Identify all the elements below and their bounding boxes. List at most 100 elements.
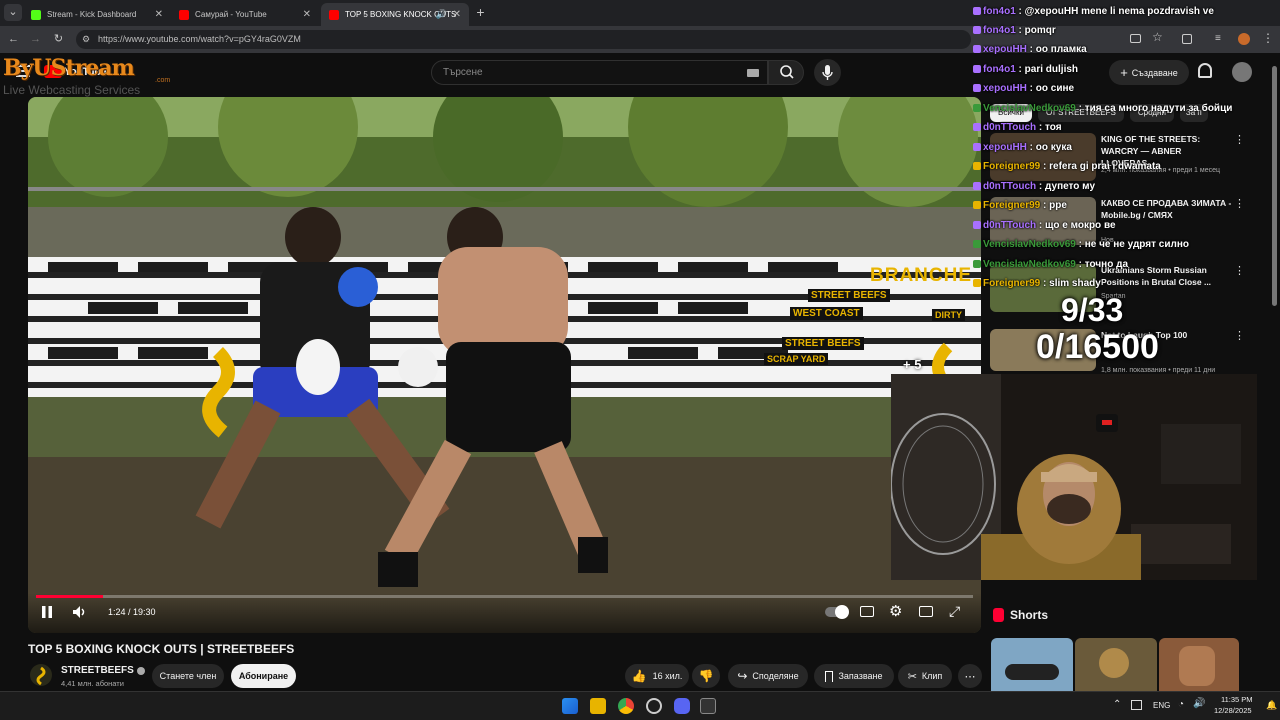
avatar[interactable] xyxy=(1232,62,1252,82)
language-indicator[interactable]: ENG xyxy=(1153,701,1170,710)
tab-list-icon[interactable]: ⌄ xyxy=(4,4,22,21)
scrollbar-thumb[interactable] xyxy=(1272,66,1277,306)
stream-logo: ByUStream .com Live Webcasting Services xyxy=(3,55,178,99)
new-tab-icon[interactable]: + xyxy=(472,4,489,21)
chat-message: xepouHH : оо пламка xyxy=(973,41,1087,57)
chat-text: оо кука xyxy=(1035,141,1072,153)
wall-banner-text: BRANCHE xyxy=(870,265,972,286)
chat-message: fon4o1 : @xepouHH mene li nema pozdravis… xyxy=(973,3,1214,19)
tab-label: Самурай - YouTube xyxy=(195,10,267,19)
chat-badge-icon xyxy=(973,260,981,268)
tray-chevron-icon[interactable]: ⌃ xyxy=(1113,699,1121,710)
short-thumbnail[interactable] xyxy=(1075,638,1157,691)
wifi-icon[interactable]: ◔ xyxy=(1178,699,1184,710)
app-icon[interactable] xyxy=(646,698,662,714)
autoplay-toggle[interactable] xyxy=(825,605,849,619)
search-input[interactable]: Търсене xyxy=(431,60,768,85)
windows-start-icon[interactable] xyxy=(562,698,578,714)
close-tab-icon[interactable]: ✕ xyxy=(303,9,311,20)
more-options-icon[interactable]: ⋮ xyxy=(1234,133,1245,146)
subscribe-button[interactable]: Абониране xyxy=(231,664,296,688)
chrome-icon[interactable] xyxy=(618,698,634,714)
create-button[interactable]: + Създаване xyxy=(1109,60,1189,85)
channel-avatar[interactable] xyxy=(30,664,52,686)
channel-name-row[interactable]: STREETBEEFS xyxy=(61,665,145,676)
tab-samurai[interactable]: Самурай - YouTube ✕ xyxy=(171,3,319,26)
notifications-bell-icon[interactable] xyxy=(1198,63,1212,78)
chat-message: d0nTTouch : що е мокро ве xyxy=(973,217,1116,233)
clip-button[interactable]: ✂ Клип xyxy=(898,664,952,688)
more-actions-button[interactable]: ⋯ xyxy=(958,664,982,688)
url-text: https://www.youtube.com/watch?v=pGY4raG0… xyxy=(98,34,301,44)
chat-username: VencislavNedkov69 xyxy=(983,258,1076,270)
discord-icon[interactable] xyxy=(674,698,690,714)
short-thumbnail[interactable] xyxy=(1159,638,1239,691)
keyboard-icon[interactable] xyxy=(747,69,759,77)
youtube-header: YouTube Търсене + Създаване xyxy=(0,53,1280,93)
forward-icon[interactable]: → xyxy=(27,31,44,48)
miniplayer-icon[interactable] xyxy=(919,606,933,617)
clock-date[interactable]: 12/28/2025 xyxy=(1214,706,1252,715)
tab-kick-dashboard[interactable]: Stream - Kick Dashboard ✕ xyxy=(23,3,171,26)
chat-text: не че не удрят силно xyxy=(1084,238,1189,250)
speaker-icon[interactable]: 🔊 xyxy=(1193,698,1205,709)
chat-message: xepouHH : оо сине xyxy=(973,80,1074,96)
chat-badge-icon xyxy=(973,45,981,53)
page-scrollbar[interactable] xyxy=(1270,56,1278,686)
volume-icon xyxy=(73,606,85,618)
youtube-icon xyxy=(329,9,339,20)
profile-icon[interactable] xyxy=(1238,33,1250,45)
more-options-icon[interactable]: ⋮ xyxy=(1234,329,1245,342)
extensions-icon[interactable] xyxy=(1182,34,1192,44)
notification-bell-icon[interactable]: 🔔 xyxy=(1266,700,1277,711)
short-thumbnail[interactable] xyxy=(991,638,1073,691)
share-icon: ↪ xyxy=(737,669,748,683)
voice-search-button[interactable] xyxy=(814,59,841,86)
file-explorer-icon[interactable] xyxy=(590,698,606,714)
media-controls-icon[interactable]: ≡ xyxy=(1215,33,1221,44)
site-info-icon[interactable]: ⚙ xyxy=(82,30,90,49)
chat-badge-icon xyxy=(973,7,981,15)
close-tab-icon[interactable]: ✕ xyxy=(155,9,163,20)
chat-text: оо пламка xyxy=(1035,43,1087,55)
chat-text: refera gi prai i dwamata xyxy=(1049,160,1161,172)
terminal-icon[interactable] xyxy=(700,698,716,714)
tab-top5-boxing[interactable]: TOP 5 BOXING KNOCK OUTS 🔊 ✕ xyxy=(321,3,469,26)
reload-icon[interactable]: ↻ xyxy=(50,31,67,48)
chat-text: pomqr xyxy=(1024,24,1056,36)
save-button[interactable]: Запазване xyxy=(814,664,894,688)
search-button[interactable] xyxy=(768,60,804,85)
subtitles-icon[interactable] xyxy=(860,606,874,617)
close-tab-icon[interactable]: ✕ xyxy=(453,9,461,20)
audio-playing-icon[interactable]: 🔊 xyxy=(436,9,447,20)
chat-badge-icon xyxy=(973,221,981,229)
dislike-button[interactable]: 👎 xyxy=(692,664,720,688)
chat-separator: : xyxy=(1040,277,1050,289)
network-icon[interactable] xyxy=(1131,700,1142,710)
address-bar[interactable]: ⚙ https://www.youtube.com/watch?v=pGY4ra… xyxy=(76,30,971,49)
chat-separator: : xyxy=(1036,121,1046,133)
join-button[interactable]: Станете член xyxy=(152,664,224,688)
chat-message: fon4o1 : pari duljish xyxy=(973,61,1078,77)
video-player[interactable]: BRANCHE STREET BEEFS WEST COAST STREET B… xyxy=(28,97,981,633)
settings-gear-icon[interactable]: ⚙ xyxy=(889,602,902,620)
channel-name[interactable]: STREETBEEFS xyxy=(61,665,134,676)
pause-button[interactable] xyxy=(40,605,54,619)
volume-button[interactable] xyxy=(72,605,88,624)
clock-time[interactable]: 11:35 PM xyxy=(1221,695,1253,704)
cast-icon[interactable] xyxy=(1130,34,1141,43)
more-options-icon[interactable]: ⋮ xyxy=(1234,264,1245,277)
back-icon[interactable]: ← xyxy=(5,31,22,48)
more-icon[interactable]: ⋮ xyxy=(1262,31,1274,45)
progress-bar[interactable] xyxy=(36,595,973,598)
share-button[interactable]: ↪ Споделяне xyxy=(728,664,808,688)
more-options-icon[interactable]: ⋮ xyxy=(1234,197,1245,210)
chat-message: Foreigner99 : refera gi prai i dwamata xyxy=(973,158,1161,174)
like-button[interactable]: 👍 16 хил. xyxy=(625,664,689,688)
chat-message: VencislavNedkov69 : точно да xyxy=(973,256,1128,272)
chat-username: Foreigner99 xyxy=(983,199,1041,211)
recommendation-title[interactable]: КАКВО СЕ ПРОДАВА ЗИМАТА - Mobile.bg / СМ… xyxy=(1101,197,1236,221)
fullscreen-icon[interactable]: ⤢ xyxy=(949,603,960,620)
bookmark-star-icon[interactable]: ☆ xyxy=(1152,30,1163,44)
time-display: 1:24 / 19:30 xyxy=(108,607,156,617)
